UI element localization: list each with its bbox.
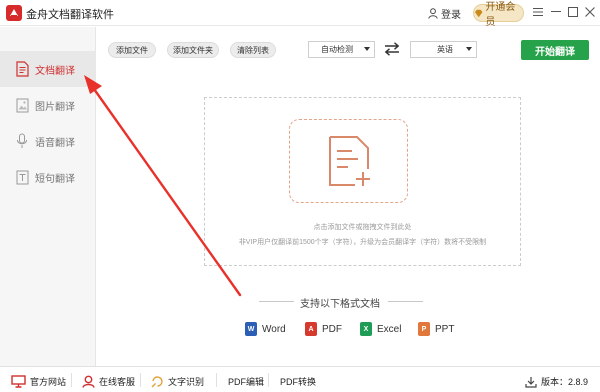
microphone-icon — [15, 133, 29, 150]
sidebar-item-label: 图片翻译 — [35, 101, 75, 113]
ocr-link[interactable]: 文字识别 — [151, 375, 204, 388]
format-label: Word — [262, 323, 286, 335]
vip-label: 开通会员 — [485, 2, 516, 28]
target-language-value: 英语 — [437, 45, 453, 54]
sidebar: 文档翻译 图片翻译 语音翻译 短句翻译 — [0, 27, 96, 366]
drop-hint-text: 点击添加文件或拖拽文件到此处 — [313, 224, 412, 231]
document-icon — [15, 61, 29, 78]
sidebar-item-image-translate[interactable]: 图片翻译 — [0, 87, 96, 123]
customer-service-icon — [82, 375, 95, 388]
monitor-icon — [11, 375, 26, 388]
login-label: 登录 — [441, 10, 461, 21]
divider — [268, 373, 269, 387]
clear-list-button[interactable]: 清除列表 — [230, 42, 276, 58]
vip-limit-note: 非VIP用户仅翻译前1500个字（字符），升级为会员翻译字（字符）数将不受限制 — [238, 239, 487, 246]
source-language-select[interactable]: 自动检测 — [308, 41, 375, 58]
word-icon: W — [245, 322, 257, 336]
sidebar-item-sentence-translate[interactable]: 短句翻译 — [0, 159, 96, 195]
online-service-link[interactable]: 在线客服 — [82, 375, 135, 388]
user-icon — [428, 8, 438, 19]
add-folder-button[interactable]: 添加文件夹 — [167, 42, 219, 58]
pdf-convert-label: PDF转换 — [280, 377, 317, 387]
format-pdf: A PDF — [305, 322, 342, 336]
text-icon — [15, 169, 29, 186]
add-file-button[interactable]: 添加文件 — [108, 42, 156, 58]
app-logo — [6, 5, 22, 21]
ocr-icon — [151, 376, 163, 388]
sidebar-item-label: 语音翻译 — [35, 137, 75, 149]
ocr-label: 文字识别 — [168, 377, 205, 387]
sidebar-item-label: 文档翻译 — [35, 65, 75, 77]
ppt-icon: P — [418, 322, 430, 336]
divider — [140, 373, 141, 387]
format-word: W Word — [245, 322, 286, 336]
vip-button[interactable]: 开通会员 — [473, 2, 524, 28]
menu-icon — [533, 8, 543, 16]
pdf-edit-link[interactable]: PDF编辑 — [228, 375, 264, 388]
divider — [71, 373, 72, 387]
sidebar-item-document-translate[interactable]: 文档翻译 — [0, 51, 96, 87]
bottom-bar: 官方网站 在线客服 文字识别 PDF编辑 PDF转换 版本：2.8.9 — [0, 366, 600, 392]
swap-languages-icon[interactable] — [384, 42, 400, 56]
maximize-icon — [568, 7, 578, 17]
file-drop-area[interactable]: 点击添加文件或拖拽文件到此处 非VIP用户仅翻译前1500个字（字符），升级为会… — [204, 97, 521, 266]
formats-title: 支持以下格式文档 — [300, 299, 380, 310]
excel-icon: X — [360, 322, 372, 336]
maximize-button[interactable] — [565, 4, 581, 20]
online-service-label: 在线客服 — [99, 377, 136, 387]
format-ppt: P PPT — [418, 322, 454, 336]
format-label: Excel — [377, 323, 402, 335]
sidebar-item-voice-translate[interactable]: 语音翻译 — [0, 123, 96, 159]
add-file-dropzone[interactable] — [289, 119, 408, 203]
divider — [216, 373, 217, 387]
start-translate-button[interactable]: 开始翻译 — [521, 40, 589, 60]
format-label: PDF — [322, 323, 342, 335]
format-excel: X Excel — [360, 322, 401, 336]
minimize-icon — [551, 11, 561, 12]
app-title: 金舟文档翻译软件 — [26, 9, 114, 21]
close-button[interactable] — [582, 4, 598, 20]
menu-button[interactable] — [530, 4, 546, 20]
version-label: 版本：2.8.9 — [541, 377, 589, 387]
diamond-icon — [474, 9, 483, 17]
login-button[interactable]: 登录 — [428, 6, 461, 21]
official-site-link[interactable]: 官方网站 — [11, 375, 66, 388]
pdf-icon: A — [305, 322, 317, 336]
add-document-icon — [329, 136, 370, 186]
title-bar: 金舟文档翻译软件 登录 开通会员 — [0, 0, 600, 28]
source-language-value: 自动检测 — [321, 45, 353, 54]
download-icon — [525, 376, 537, 388]
divider — [388, 301, 423, 302]
close-icon — [585, 7, 595, 17]
minimize-button[interactable] — [548, 4, 564, 20]
format-label: PPT — [435, 323, 455, 335]
pdf-edit-label: PDF编辑 — [228, 377, 265, 387]
target-language-select[interactable]: 英语 — [410, 41, 477, 58]
image-icon — [15, 97, 29, 114]
sidebar-item-label: 短句翻译 — [35, 173, 75, 185]
divider — [259, 301, 294, 302]
chevron-down-icon — [364, 47, 370, 51]
official-site-label: 官方网站 — [30, 377, 67, 387]
chevron-down-icon — [466, 47, 472, 51]
version-info[interactable]: 版本：2.8.9 — [525, 375, 588, 388]
pdf-convert-link[interactable]: PDF转换 — [280, 375, 316, 388]
